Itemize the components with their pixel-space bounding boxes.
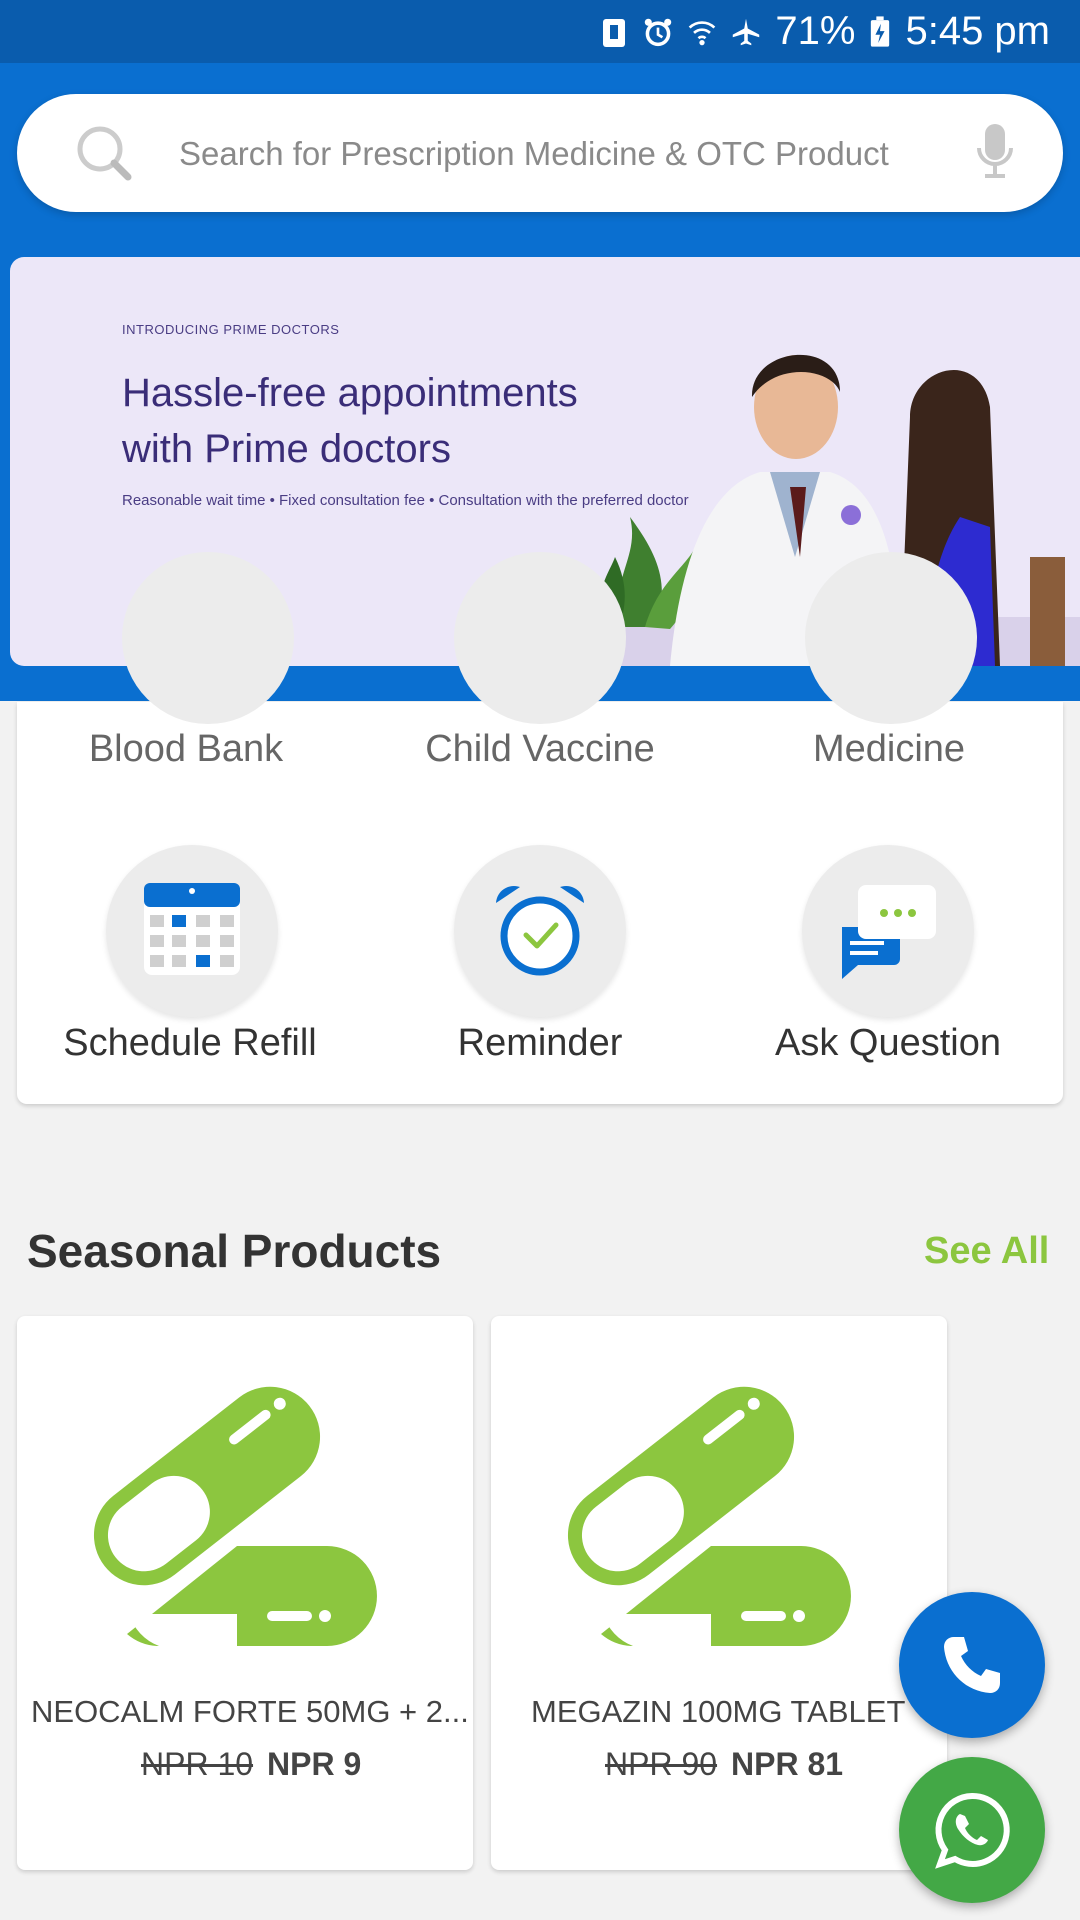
product-price: NPR 10 NPR 9: [141, 1746, 361, 1783]
feature-medicine[interactable]: Medicine: [724, 728, 1054, 771]
calendar-icon: [144, 883, 240, 975]
feature-schedule-refill[interactable]: Schedule Refill: [25, 1022, 355, 1065]
product-name: NEOCALM FORTE 50MG + 2...: [31, 1694, 469, 1729]
original-price: NPR 90: [605, 1746, 718, 1782]
capsule-icon: [567, 1386, 851, 1646]
product-name: MEGAZIN 100MG TABLET: [531, 1694, 906, 1729]
battery-percent: 71%: [775, 9, 856, 53]
call-button[interactable]: [899, 1592, 1045, 1738]
whatsapp-icon: [935, 1792, 1010, 1869]
microphone-icon[interactable]: [975, 122, 1015, 182]
notification-icon: [603, 18, 626, 47]
status-bar: 71% 5:45 pm: [0, 0, 1080, 63]
feature-ask-question[interactable]: Ask Question: [723, 1022, 1053, 1065]
whatsapp-button[interactable]: [899, 1757, 1045, 1903]
product-card[interactable]: NEOCALM FORTE 50MG + 2... NPR 10 NPR 9: [17, 1316, 473, 1870]
alarm-clock-icon: [496, 885, 584, 976]
airplane-mode-icon: [733, 18, 760, 45]
battery-charging-icon: [871, 15, 890, 47]
chat-bubbles-icon: [842, 885, 936, 979]
banner-kicker: INTRODUCING PRIME DOCTORS: [122, 322, 340, 337]
reminder-button[interactable]: [454, 845, 626, 1017]
section-title: Seasonal Products: [27, 1225, 442, 1277]
phone-icon: [944, 1637, 1000, 1693]
capsule-icon: [93, 1386, 377, 1646]
feature-child-vaccine[interactable]: Child Vaccine: [375, 728, 705, 771]
child-vaccine-icon[interactable]: [454, 552, 626, 724]
search-input[interactable]: [177, 124, 921, 184]
product-price: NPR 90 NPR 81: [605, 1746, 843, 1783]
banner-title: Hassle-free appointments with Prime doct…: [122, 365, 602, 477]
see-all-link[interactable]: See All: [924, 1230, 1049, 1273]
banner-title-line2: with Prime doctors: [122, 427, 451, 471]
features-card: Blood Bank Child Vaccine Medicine Schedu…: [17, 552, 1063, 1104]
clock-time: 5:45 pm: [905, 9, 1050, 53]
ask-question-button[interactable]: [802, 845, 974, 1017]
product-card[interactable]: MEGAZIN 100MG TABLET NPR 90 NPR 81: [491, 1316, 947, 1870]
medicine-icon[interactable]: [805, 552, 977, 724]
wifi-icon: [689, 20, 716, 45]
feature-blood-bank[interactable]: Blood Bank: [21, 728, 351, 771]
original-price: NPR 10: [141, 1746, 254, 1782]
schedule-refill-button[interactable]: [106, 845, 278, 1017]
discounted-price: NPR 9: [267, 1746, 362, 1782]
search-bar[interactable]: [17, 94, 1063, 212]
search-icon[interactable]: [73, 122, 137, 186]
banner-title-line1: Hassle-free appointments: [122, 371, 578, 415]
feature-reminder[interactable]: Reminder: [375, 1022, 705, 1065]
alarm-icon: [645, 18, 672, 46]
blood-bank-icon[interactable]: [122, 552, 294, 724]
discounted-price: NPR 81: [731, 1746, 844, 1782]
